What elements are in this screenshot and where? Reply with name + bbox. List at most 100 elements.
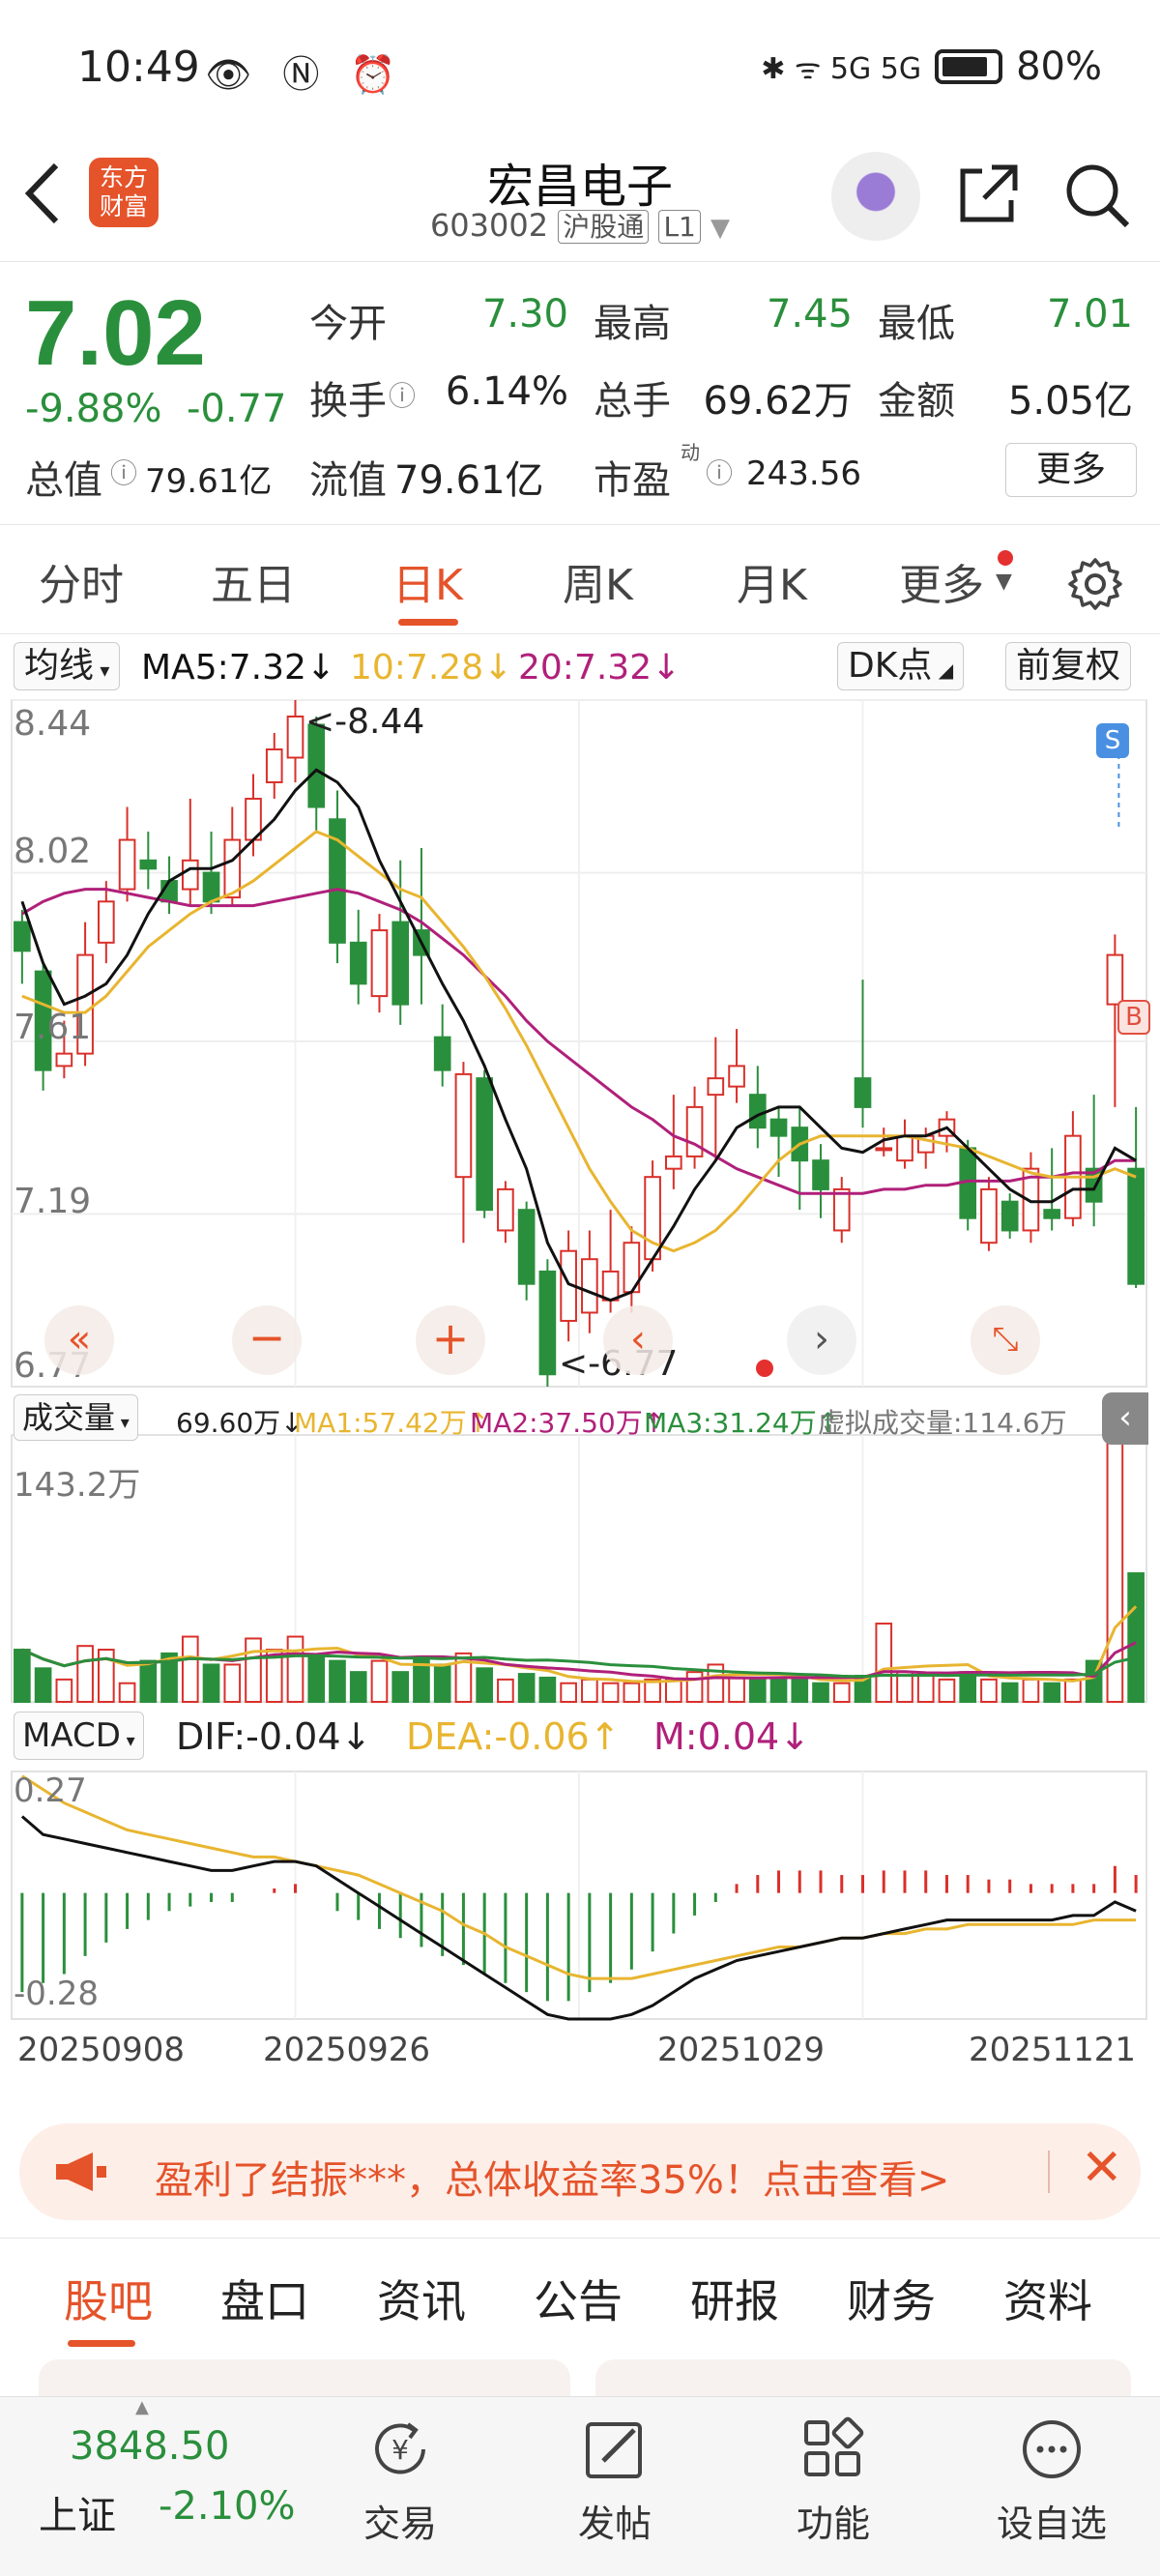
sell-signal-badge[interactable]: S (1096, 723, 1129, 758)
candle-body (601, 1270, 620, 1302)
high-marker: <-8.44 (305, 702, 425, 742)
volume-bar (832, 1682, 851, 1703)
gear-icon[interactable] (1067, 556, 1123, 612)
candle-body (832, 1187, 851, 1232)
dk-point-selector[interactable]: DK点 ◢ (837, 642, 965, 690)
candle-body (980, 1187, 998, 1244)
tab-finance[interactable]: 财务 (847, 2267, 936, 2330)
candle-body (454, 1072, 473, 1179)
candle-body (349, 941, 367, 985)
tab-profile[interactable]: 资料 (1003, 2267, 1092, 2330)
pe-value: 243.56 (746, 454, 861, 493)
amount-label: 金额 (878, 379, 955, 424)
status-time: 10:49 (77, 43, 200, 92)
candle-body (370, 929, 389, 998)
stock-chart[interactable]: 8.44 8.02 7.61 7.19 6.77 <-8.44 <-6.77 S… (0, 696, 1160, 2106)
close-icon[interactable]: ✕ (1081, 2143, 1123, 2193)
status-right: ✱ ᯤ 5G 5G 80% (761, 44, 1102, 89)
volume-max-label: 143.2万 (14, 1466, 141, 1505)
pe-label: 市盈 (594, 458, 671, 503)
volume-bar (286, 1635, 304, 1703)
event-dot[interactable] (756, 1360, 773, 1377)
tab-weekly-k[interactable]: 周K (563, 550, 633, 612)
share-icon[interactable] (955, 160, 1023, 227)
candle-body (581, 1258, 598, 1314)
candle-body (748, 1094, 767, 1129)
buy-signal-badge[interactable]: B (1117, 1000, 1150, 1035)
tab-daily-k[interactable]: 日K (392, 550, 463, 612)
price-axis-label: 7.19 (14, 1182, 92, 1221)
candle-body (181, 859, 199, 891)
volume-bar (223, 1663, 242, 1703)
nav-functions[interactable]: 功能 (756, 2397, 911, 2576)
fullscreen-button[interactable]: ⤡ (971, 1305, 1040, 1375)
candle-body (497, 1187, 514, 1232)
scroll-right-button[interactable]: › (787, 1305, 856, 1375)
index-name: 上证 (39, 2494, 116, 2538)
candle-body (98, 900, 115, 944)
tab-monthly-k[interactable]: 月K (737, 550, 807, 612)
candle-body (644, 1176, 661, 1261)
adjust-selector[interactable]: 前复权 (1005, 642, 1132, 690)
code-dropdown-icon[interactable]: ▼ (710, 214, 730, 243)
indicator-selector[interactable]: 均线 ▾ (14, 642, 121, 690)
volume-bar (1064, 1678, 1082, 1704)
collapse-panel-button[interactable]: ‹ (1102, 1392, 1148, 1445)
volume-bar (245, 1637, 262, 1704)
content-tabs: 股吧 盘口 资讯 公告 研报 财务 资料 (0, 2243, 1160, 2350)
tab-intraday[interactable]: 分时 (39, 550, 124, 612)
candle-body (538, 1270, 557, 1376)
candle-body (286, 716, 304, 759)
search-icon[interactable] (1061, 160, 1131, 229)
nav-add-watchlist[interactable]: 设自选 (974, 2397, 1129, 2576)
info-icon[interactable]: ⓘ (389, 375, 416, 414)
market-tag: 沪股通 (558, 210, 650, 244)
pe-superscript: 动 (681, 441, 700, 464)
tab-pankou[interactable]: 盘口 (220, 2267, 309, 2330)
volume-bar (181, 1635, 199, 1703)
candle-body (202, 871, 220, 903)
change-amount: -0.77 (186, 387, 287, 431)
index-value[interactable]: 3848.50 (70, 2424, 229, 2469)
scroll-left-button[interactable]: ‹ (603, 1305, 673, 1375)
volume-ma1: MA1:57.42万↑ (294, 1407, 490, 1439)
float-cap-label: 流值 (309, 458, 387, 503)
zoom-out-button[interactable]: − (232, 1305, 302, 1375)
ai-assistant-avatar[interactable] (831, 152, 920, 241)
macd-indicator-selector[interactable]: MACD ▾ (14, 1712, 144, 1760)
high-label: 最高 (594, 302, 671, 346)
candle-body (896, 1134, 914, 1162)
tab-news[interactable]: 资讯 (377, 2267, 466, 2330)
volume-bar (1043, 1682, 1060, 1703)
turnover-label: 换手 (309, 379, 387, 424)
nav-post[interactable]: 发帖 (537, 2397, 692, 2576)
volume-value: 69.60万↓ (176, 1407, 304, 1439)
more-button[interactable]: 更多 (1005, 443, 1137, 497)
trade-icon: ¥ (375, 2422, 425, 2474)
promo-banner[interactable]: 盈利了结振***，总体收益率35%！点击查看> ✕ (19, 2123, 1141, 2220)
divider (0, 524, 1160, 525)
expand-up-icon[interactable]: ▲ (135, 2397, 149, 2417)
tab-announcements[interactable]: 公告 (534, 2267, 623, 2330)
tab-guba[interactable]: 股吧 (64, 2267, 153, 2330)
quote-panel: 7.02 -9.88% -0.77 今开 7.30 最高 7.45 最低 7.0… (0, 263, 1160, 524)
info-icon[interactable]: ⓘ (110, 453, 137, 491)
candle-body (476, 1077, 493, 1212)
volume-bar (812, 1682, 829, 1703)
macd-dea: DEA:-0.06↑ (406, 1715, 621, 1758)
tab-five-day[interactable]: 五日 (211, 550, 296, 612)
ma20-value: 20:7.32↓ (518, 648, 682, 688)
tab-research[interactable]: 研报 (690, 2267, 779, 2330)
nav-trade[interactable]: ¥ 交易 (323, 2397, 478, 2576)
scroll-left-fast-button[interactable]: « (44, 1305, 114, 1375)
low-label: 最低 (878, 302, 955, 346)
change-percent: -9.88% (25, 387, 162, 431)
info-icon[interactable]: ⓘ (706, 453, 733, 491)
zoom-in-button[interactable]: + (416, 1305, 485, 1375)
volume-bar (601, 1682, 620, 1703)
volume-indicator-selector[interactable]: 成交量 ▾ (14, 1394, 138, 1441)
tab-more[interactable]: 更多 (899, 550, 984, 612)
volume-bar (1022, 1678, 1040, 1704)
volume-bar (748, 1676, 767, 1704)
candle-body (769, 1118, 788, 1137)
